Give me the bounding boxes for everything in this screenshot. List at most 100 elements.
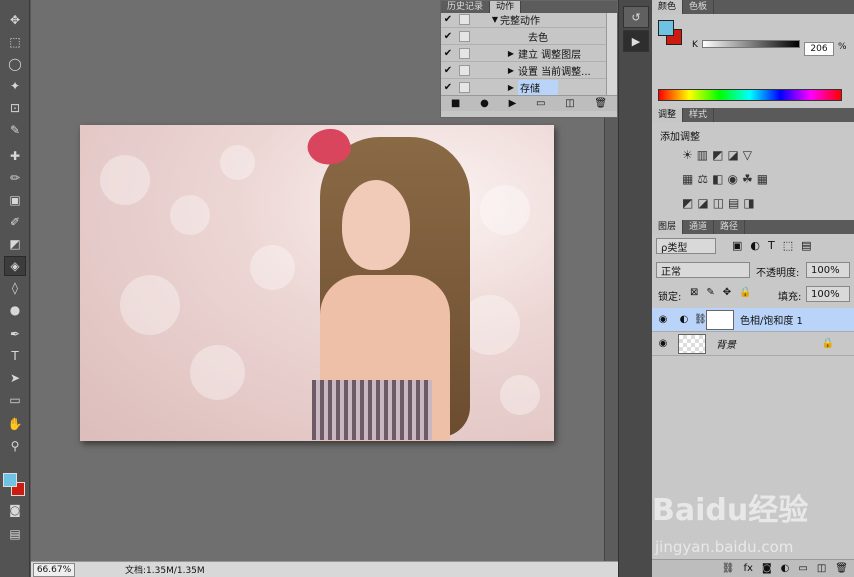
smart-filter-icon[interactable]: ▤ — [801, 239, 811, 252]
shape-filter-icon[interactable]: ⬚ — [783, 239, 793, 252]
color-balance-icon[interactable]: ⚖ — [697, 172, 708, 186]
layer-row-selected[interactable]: ◉ ◐ ⛓ 色相/饱和度 1 — [652, 308, 854, 332]
screen-mode-icon[interactable]: ▤ — [4, 524, 26, 544]
type-filter-icon[interactable]: T — [768, 239, 775, 252]
collapsed-triangle-icon[interactable]: ▶ — [506, 66, 516, 75]
eraser-tool-icon[interactable]: ◩ — [4, 234, 26, 254]
hand-tool-icon[interactable]: ✋ — [4, 414, 26, 434]
color-fg-swatch[interactable] — [658, 20, 674, 36]
brush-tool-icon[interactable]: ✏ — [4, 168, 26, 188]
crop-tool-icon[interactable]: ⊡ — [4, 98, 26, 118]
add-mask-icon[interactable]: ◙ — [762, 563, 772, 574]
check-icon[interactable]: ✔ — [441, 48, 455, 59]
marquee-tool-icon[interactable]: ⬚ — [4, 32, 26, 52]
check-icon[interactable]: ✔ — [441, 82, 455, 93]
history-panel-icon[interactable]: ↺ — [623, 6, 649, 28]
check-icon[interactable]: ✔ — [441, 31, 455, 42]
play-icon[interactable]: ▶ — [509, 98, 517, 109]
paint-bucket-tool-icon[interactable]: ◈ — [4, 256, 26, 276]
photo-filter-icon[interactable]: ◉ — [727, 172, 737, 186]
action-item[interactable]: ✔ ▶ 设置 当前调整... — [441, 62, 606, 79]
tab-styles[interactable]: 样式 — [683, 108, 715, 122]
tab-swatches[interactable]: 色板 — [683, 0, 715, 14]
new-set-icon[interactable]: ▭ — [536, 98, 545, 109]
layer-row[interactable]: ◉ 背景 🔒 — [652, 332, 854, 356]
delete-layer-icon[interactable]: 🗑 — [835, 563, 848, 574]
lasso-tool-icon[interactable]: ◯ — [4, 54, 26, 74]
action-item[interactable]: ✔ ▶ 建立 调整图层 — [441, 45, 606, 62]
healing-tool-icon[interactable]: ✚ — [4, 146, 26, 166]
dialog-toggle[interactable] — [459, 30, 470, 42]
dodge-tool-icon[interactable]: ● — [4, 300, 26, 320]
fill-field[interactable]: 100% — [806, 286, 850, 302]
dialog-toggle[interactable] — [459, 81, 470, 93]
collapsed-triangle-icon[interactable]: ▶ — [506, 83, 516, 92]
document-image[interactable] — [80, 125, 554, 441]
quick-select-tool-icon[interactable]: ✦ — [4, 76, 26, 96]
posterize-icon[interactable]: ◪ — [697, 196, 708, 210]
eyedropper-tool-icon[interactable]: ✎ — [4, 120, 26, 140]
foreground-color-swatch[interactable] — [3, 473, 17, 487]
action-item[interactable]: ✔ ▼ 完整动作 — [441, 11, 606, 28]
layer-thumbnail[interactable] — [678, 333, 706, 354]
layer-filter-select[interactable]: ρ类型 — [656, 238, 716, 254]
link-layers-icon[interactable]: ⛓ — [722, 563, 735, 574]
action-item[interactable]: ✔ 去色 — [441, 28, 606, 45]
layer-mask-thumbnail[interactable] — [706, 309, 734, 330]
k-slider[interactable] — [702, 40, 800, 48]
color-spectrum[interactable] — [658, 89, 842, 101]
zoom-tool-icon[interactable]: ⚲ — [4, 436, 26, 456]
lock-transparent-icon[interactable]: ⊠ — [690, 287, 698, 298]
pen-tool-icon[interactable]: ✒ — [4, 324, 26, 344]
actions-panel-icon[interactable]: ▶ — [623, 30, 649, 52]
lock-all-icon[interactable]: 🔒 — [739, 287, 751, 298]
pixel-filter-icon[interactable]: ▣ — [732, 239, 742, 252]
quick-mask-icon[interactable]: ◙ — [4, 500, 26, 520]
tab-color[interactable]: 颜色 — [652, 0, 684, 14]
threshold-icon[interactable]: ◫ — [713, 196, 724, 210]
shape-tool-icon[interactable]: ▭ — [4, 390, 26, 410]
stamp-tool-icon[interactable]: ▣ — [4, 190, 26, 210]
stop-icon[interactable]: ■ — [451, 98, 460, 109]
path-select-tool-icon[interactable]: ➤ — [4, 368, 26, 388]
tab-layers[interactable]: 图层 — [652, 220, 684, 234]
type-tool-icon[interactable]: T — [4, 346, 26, 366]
channel-mixer-icon[interactable]: ☘ — [742, 172, 753, 186]
new-adjustment-icon[interactable]: ◐ — [781, 563, 790, 574]
new-layer-icon[interactable]: ◫ — [817, 563, 826, 574]
lock-pixels-icon[interactable]: ✎ — [706, 287, 714, 298]
gradient-map-icon[interactable]: ▤ — [728, 196, 739, 210]
tab-paths[interactable]: 路径 — [714, 220, 746, 234]
visibility-eye-icon[interactable]: ◉ — [652, 314, 674, 325]
lock-position-icon[interactable]: ✥ — [723, 287, 731, 298]
blend-mode-select[interactable]: 正常 — [656, 262, 750, 278]
actions-scrollbar[interactable] — [606, 13, 617, 95]
lookup-icon[interactable]: ▦ — [757, 172, 768, 186]
exposure-icon[interactable]: ◪ — [727, 148, 738, 162]
dialog-toggle[interactable] — [459, 64, 470, 76]
levels-icon[interactable]: ▥ — [697, 148, 708, 162]
action-item-selected[interactable]: ✔ ▶ 存储 — [441, 79, 606, 96]
opacity-field[interactable]: 100% — [806, 262, 850, 278]
bw-icon[interactable]: ◧ — [712, 172, 723, 186]
expanded-triangle-icon[interactable]: ▼ — [490, 15, 500, 24]
zoom-level[interactable]: 66.67% — [33, 562, 75, 577]
collapsed-triangle-icon[interactable]: ▶ — [506, 49, 516, 58]
record-icon[interactable]: ● — [480, 98, 489, 109]
check-icon[interactable]: ✔ — [441, 14, 455, 25]
fx-icon[interactable]: fx — [744, 563, 753, 574]
vibrance-icon[interactable]: ▽ — [743, 148, 752, 162]
visibility-eye-icon[interactable]: ◉ — [652, 338, 674, 349]
brightness-icon[interactable]: ☀ — [682, 148, 693, 162]
delete-icon[interactable]: 🗑 — [594, 98, 607, 109]
tab-channels[interactable]: 通道 — [683, 220, 715, 234]
new-action-icon[interactable]: ◫ — [565, 98, 574, 109]
check-icon[interactable]: ✔ — [441, 65, 455, 76]
new-group-icon[interactable]: ▭ — [798, 563, 807, 574]
k-value[interactable]: 206 — [804, 42, 834, 56]
hue-sat-icon[interactable]: ▦ — [682, 172, 693, 186]
dialog-toggle[interactable] — [459, 47, 470, 59]
blur-tool-icon[interactable]: ◊ — [4, 278, 26, 298]
adjust-filter-icon[interactable]: ◐ — [750, 239, 760, 252]
invert-icon[interactable]: ◩ — [682, 196, 693, 210]
